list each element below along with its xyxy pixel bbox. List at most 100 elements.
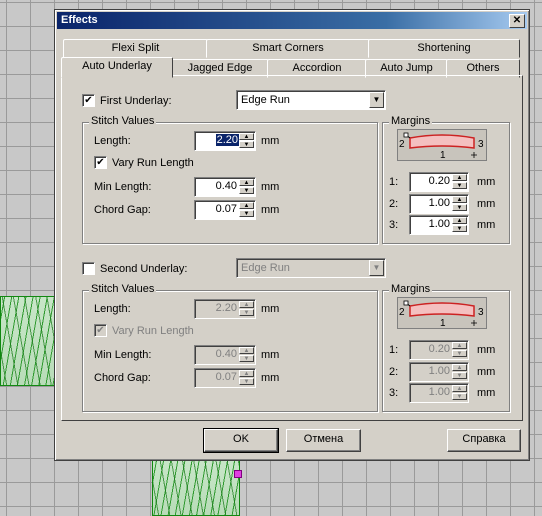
tab-flexi-split[interactable]: Flexi Split [63,39,208,58]
group-label: Stitch Values [89,115,157,127]
second-underlay-checkbox[interactable] [82,262,95,275]
spin-up-icon[interactable]: ▲ [239,179,254,186]
margins-diagram: 2 1 3 [397,129,487,161]
second-min-length-spinner[interactable]: 0.40 ▲ ▼ [194,345,256,365]
margin-2-label: 2: [389,366,399,378]
spin-down-icon[interactable]: ▼ [239,210,254,217]
second-stitch-values-group: Stitch Values Length: 2.20 ▲ ▼ mm ✔ Vary … [82,283,378,412]
margin-3-label: 3: [389,387,399,399]
spin-up-icon[interactable]: ▲ [452,385,467,392]
ok-button[interactable]: OK [203,428,279,453]
unit-label: mm [261,349,280,361]
second-margin-3-spinner[interactable]: 1.00 ▲ ▼ [409,383,469,403]
chevron-down-icon[interactable]: ▼ [369,92,384,108]
first-margins-group: Margins 2 1 3 1: 0.20 ▲ ▼ mm 2: 1.00 ▲ ▼… [382,115,510,244]
spin-down-icon[interactable]: ▼ [452,204,467,211]
first-margin-3-spinner[interactable]: 1.00 ▲ ▼ [409,215,469,235]
unit-label: mm [261,303,280,315]
margin-1-label: 1: [389,344,399,356]
tab-auto-underlay[interactable]: Auto Underlay [61,57,173,78]
margin-1-marker: 1 [440,150,446,160]
first-length-spinner[interactable]: 2.20 ▲ ▼ [194,131,256,151]
chord-gap-label: Chord Gap: [94,372,151,384]
second-margin-2-spinner[interactable]: 1.00 ▲ ▼ [409,362,469,382]
margin-value: 0.20 [428,343,450,355]
cancel-button[interactable]: Отмена [286,429,361,452]
spin-down-icon[interactable]: ▼ [239,378,254,385]
spin-up-icon[interactable]: ▲ [452,217,467,224]
margin-value: 1.00 [428,386,450,398]
second-length-spinner[interactable]: 2.20 ▲ ▼ [194,299,256,319]
spin-up-icon[interactable]: ▲ [239,347,254,354]
close-icon[interactable]: ✕ [509,14,525,28]
spin-up-icon[interactable]: ▲ [239,370,254,377]
spin-up-icon[interactable]: ▲ [239,202,254,209]
spin-down-icon[interactable]: ▼ [452,350,467,357]
spin-up-icon[interactable]: ▲ [452,364,467,371]
unit-label: mm [261,135,280,147]
unit-label: mm [261,372,280,384]
spin-up-icon[interactable]: ▲ [452,196,467,203]
first-min-length-spinner[interactable]: 0.40 ▲ ▼ [194,177,256,197]
first-margin-1-spinner[interactable]: 0.20 ▲ ▼ [409,172,469,192]
selection-handle[interactable] [234,470,242,478]
spin-down-icon[interactable]: ▼ [239,141,254,148]
unit-label: mm [261,181,280,193]
margin-value: 1.00 [428,197,450,209]
spin-up-icon[interactable]: ▲ [452,342,467,349]
unit-label: mm [261,204,280,216]
embroidery-object-bottom[interactable] [152,459,240,516]
spin-down-icon[interactable]: ▼ [452,393,467,400]
spin-down-icon[interactable]: ▼ [452,182,467,189]
first-underlay-label: First Underlay: [100,95,172,107]
unit-label: mm [477,219,496,231]
tab-smart-corners[interactable]: Smart Corners [206,39,370,58]
help-button[interactable]: Справка [447,429,521,452]
second-length-value: 2.20 [215,302,237,314]
min-length-label: Min Length: [94,181,152,193]
unit-label: mm [477,198,496,210]
second-underlay-type-value: Edge Run [241,262,290,274]
margin-3-label: 3: [389,219,399,231]
margin-1-marker: 1 [440,318,446,328]
first-margin-2-spinner[interactable]: 1.00 ▲ ▼ [409,194,469,214]
margin-3-marker: 3 [478,307,484,318]
first-underlay-checkbox[interactable]: ✔ [82,94,95,107]
spin-down-icon[interactable]: ▼ [239,309,254,316]
first-underlay-type-select[interactable]: Edge Run ▼ [236,90,386,110]
second-margin-1-spinner[interactable]: 0.20 ▲ ▼ [409,340,469,360]
margin-2-label: 2: [389,198,399,210]
spin-down-icon[interactable]: ▼ [452,225,467,232]
unit-label: mm [477,387,496,399]
tab-shortening[interactable]: Shortening [368,39,520,58]
second-vary-run-length-checkbox[interactable]: ✔ [94,324,107,337]
chevron-down-icon[interactable]: ▼ [369,260,384,276]
second-chord-gap-value: 0.07 [215,371,237,383]
margin-3-marker: 3 [478,139,484,150]
spin-down-icon[interactable]: ▼ [239,187,254,194]
vary-run-length-checkbox[interactable]: ✔ [94,156,107,169]
spin-down-icon[interactable]: ▼ [452,372,467,379]
margin-1-label: 1: [389,176,399,188]
effects-dialog: Effects ✕ Flexi Split Smart Corners Shor… [54,9,530,461]
title-bar[interactable]: Effects ✕ [57,12,527,29]
embroidery-object-left[interactable] [0,296,56,386]
spin-up-icon[interactable]: ▲ [239,301,254,308]
spin-down-icon[interactable]: ▼ [239,355,254,362]
vary-run-length-label: Vary Run Length [112,157,194,169]
first-chord-gap-spinner[interactable]: 0.07 ▲ ▼ [194,200,256,220]
chord-gap-label: Chord Gap: [94,204,151,216]
first-stitch-values-group: Stitch Values Length: 2.20 ▲ ▼ mm ✔ Vary … [82,115,378,244]
first-chord-gap-value: 0.07 [215,203,237,215]
second-chord-gap-spinner[interactable]: 0.07 ▲ ▼ [194,368,256,388]
unit-label: mm [477,344,496,356]
first-length-value: 2.20 [215,134,239,146]
group-label: Margins [389,283,433,295]
tab-page-auto-underlay: ✔ First Underlay: Edge Run ▼ Stitch Valu… [61,75,523,421]
spin-up-icon[interactable]: ▲ [239,133,254,140]
group-label: Stitch Values [89,283,157,295]
unit-label: mm [477,366,496,378]
second-underlay-type-select[interactable]: Edge Run ▼ [236,258,386,278]
margins-diagram: 2 1 3 [397,297,487,329]
spin-up-icon[interactable]: ▲ [452,174,467,181]
